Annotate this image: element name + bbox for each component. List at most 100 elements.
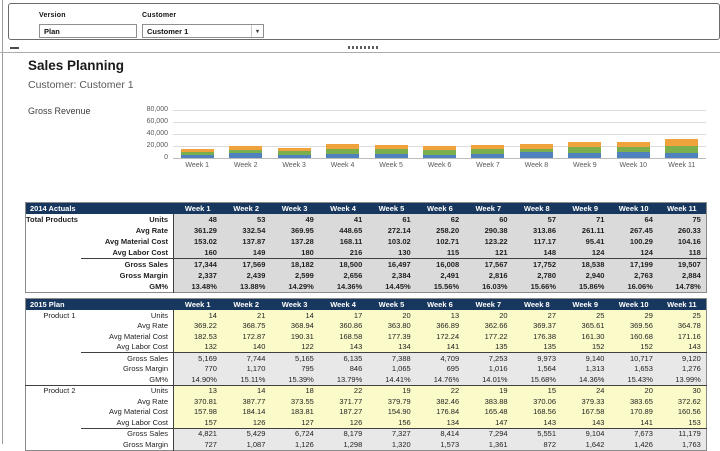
value-cell[interactable]: 140: [221, 341, 271, 353]
value-cell[interactable]: 371.77: [318, 396, 368, 407]
value-cell[interactable]: 184.14: [221, 406, 271, 417]
value-cell: 121: [464, 247, 513, 259]
value-cell[interactable]: 368.75: [221, 320, 271, 331]
value-cell[interactable]: 157: [173, 417, 222, 428]
value-cell[interactable]: 177.39: [367, 331, 416, 342]
value-cell[interactable]: 14: [270, 310, 319, 321]
value-cell[interactable]: 372.62: [657, 396, 707, 407]
value-cell[interactable]: 122: [270, 341, 319, 353]
value-cell[interactable]: 20: [464, 310, 513, 321]
x-tick-label: Week 10: [619, 162, 648, 169]
value-cell[interactable]: 25: [657, 310, 707, 321]
value-cell[interactable]: 15: [512, 384, 562, 396]
value-cell[interactable]: 20: [609, 384, 658, 396]
value-cell[interactable]: 134: [367, 341, 416, 353]
pane-splitter-handle[interactable]: [348, 46, 378, 49]
value-cell[interactable]: 364.78: [657, 320, 707, 331]
value-cell[interactable]: 13: [173, 384, 222, 396]
value-cell[interactable]: 147: [464, 417, 513, 428]
value-cell[interactable]: 157.98: [173, 406, 222, 417]
value-cell[interactable]: 190.31: [270, 331, 319, 342]
value-cell[interactable]: 187.27: [318, 406, 368, 417]
value-cell[interactable]: 167.58: [561, 406, 610, 417]
value-cell[interactable]: 22: [318, 384, 368, 396]
value-cell[interactable]: 165.48: [464, 406, 513, 417]
version-input[interactable]: Plan: [39, 24, 137, 38]
value-cell[interactable]: 17: [318, 310, 368, 321]
customer-select[interactable]: Customer 1 ▾: [142, 24, 264, 38]
value-cell[interactable]: 27: [512, 310, 562, 321]
value-cell[interactable]: 22: [415, 384, 465, 396]
value-cell[interactable]: 13: [415, 310, 465, 321]
value-cell[interactable]: 172.87: [221, 331, 271, 342]
splitter-collapse-dash[interactable]: [10, 47, 19, 49]
value-cell[interactable]: 135: [464, 341, 513, 353]
value-cell[interactable]: 141: [415, 341, 465, 353]
value-cell[interactable]: 14: [173, 310, 222, 321]
value-cell[interactable]: 143: [657, 341, 707, 353]
value-cell[interactable]: 170.89: [609, 406, 658, 417]
value-cell[interactable]: 21: [221, 310, 271, 321]
value-cell[interactable]: 168.56: [512, 406, 562, 417]
value-cell[interactable]: 182.53: [173, 331, 222, 342]
value-cell[interactable]: 360.86: [318, 320, 368, 331]
version-label: Version: [39, 12, 66, 19]
value-cell[interactable]: 19: [367, 384, 416, 396]
value-cell[interactable]: 172.24: [415, 331, 465, 342]
value-cell[interactable]: 379.33: [561, 396, 610, 407]
value-cell[interactable]: 168.58: [318, 331, 368, 342]
value-cell[interactable]: 362.66: [464, 320, 513, 331]
value-cell[interactable]: 24: [561, 384, 610, 396]
value-cell[interactable]: 14: [221, 384, 271, 396]
value-cell[interactable]: 135: [512, 341, 562, 353]
value-cell[interactable]: 126: [221, 417, 271, 428]
chevron-down-icon: ▾: [250, 25, 259, 37]
value-cell[interactable]: 143: [561, 417, 610, 428]
value-cell[interactable]: 382.46: [415, 396, 465, 407]
value-cell[interactable]: 176.84: [415, 406, 465, 417]
value-cell[interactable]: 176.38: [512, 331, 562, 342]
value-cell[interactable]: 387.77: [221, 396, 271, 407]
value-cell[interactable]: 373.55: [270, 396, 319, 407]
value-cell[interactable]: 177.22: [464, 331, 513, 342]
customer-label: Customer: [142, 12, 177, 19]
value-cell: 1,426: [609, 439, 658, 450]
value-cell[interactable]: 369.37: [512, 320, 562, 331]
value-cell[interactable]: 383.88: [464, 396, 513, 407]
value-cell[interactable]: 368.94: [270, 320, 319, 331]
value-cell[interactable]: 141: [609, 417, 658, 428]
value-cell[interactable]: 365.61: [561, 320, 610, 331]
value-cell[interactable]: 18: [270, 384, 319, 396]
value-cell[interactable]: 126: [318, 417, 368, 428]
value-cell[interactable]: 160.68: [609, 331, 658, 342]
value-cell[interactable]: 363.80: [367, 320, 416, 331]
value-cell[interactable]: 171.16: [657, 331, 707, 342]
value-cell[interactable]: 183.81: [270, 406, 319, 417]
value-cell[interactable]: 366.89: [415, 320, 465, 331]
value-cell[interactable]: 161.30: [561, 331, 610, 342]
table-row: Avg Labor Cost 157 126 127 126 156 134 147 143 14…: [25, 417, 707, 428]
value-cell[interactable]: 379.79: [367, 396, 416, 407]
value-cell[interactable]: 19: [464, 384, 513, 396]
value-cell[interactable]: 132: [173, 341, 222, 353]
value-cell[interactable]: 127: [270, 417, 319, 428]
value-cell[interactable]: 29: [609, 310, 658, 321]
value-cell[interactable]: 25: [561, 310, 610, 321]
value-cell[interactable]: 20: [367, 310, 416, 321]
bar-segment-product-3: [229, 146, 263, 151]
value-cell[interactable]: 369.22: [173, 320, 222, 331]
value-cell[interactable]: 160.56: [657, 406, 707, 417]
value-cell[interactable]: 383.65: [609, 396, 658, 407]
value-cell[interactable]: 152: [609, 341, 658, 353]
value-cell[interactable]: 143: [512, 417, 562, 428]
value-cell[interactable]: 369.56: [609, 320, 658, 331]
value-cell[interactable]: 134: [415, 417, 465, 428]
value-cell[interactable]: 370.06: [512, 396, 562, 407]
value-cell[interactable]: 154.90: [367, 406, 416, 417]
value-cell[interactable]: 370.81: [173, 396, 222, 407]
value-cell[interactable]: 143: [318, 341, 368, 353]
value-cell[interactable]: 156: [367, 417, 416, 428]
value-cell[interactable]: 153: [657, 417, 707, 428]
value-cell[interactable]: 30: [657, 384, 707, 396]
value-cell[interactable]: 152: [561, 341, 610, 353]
